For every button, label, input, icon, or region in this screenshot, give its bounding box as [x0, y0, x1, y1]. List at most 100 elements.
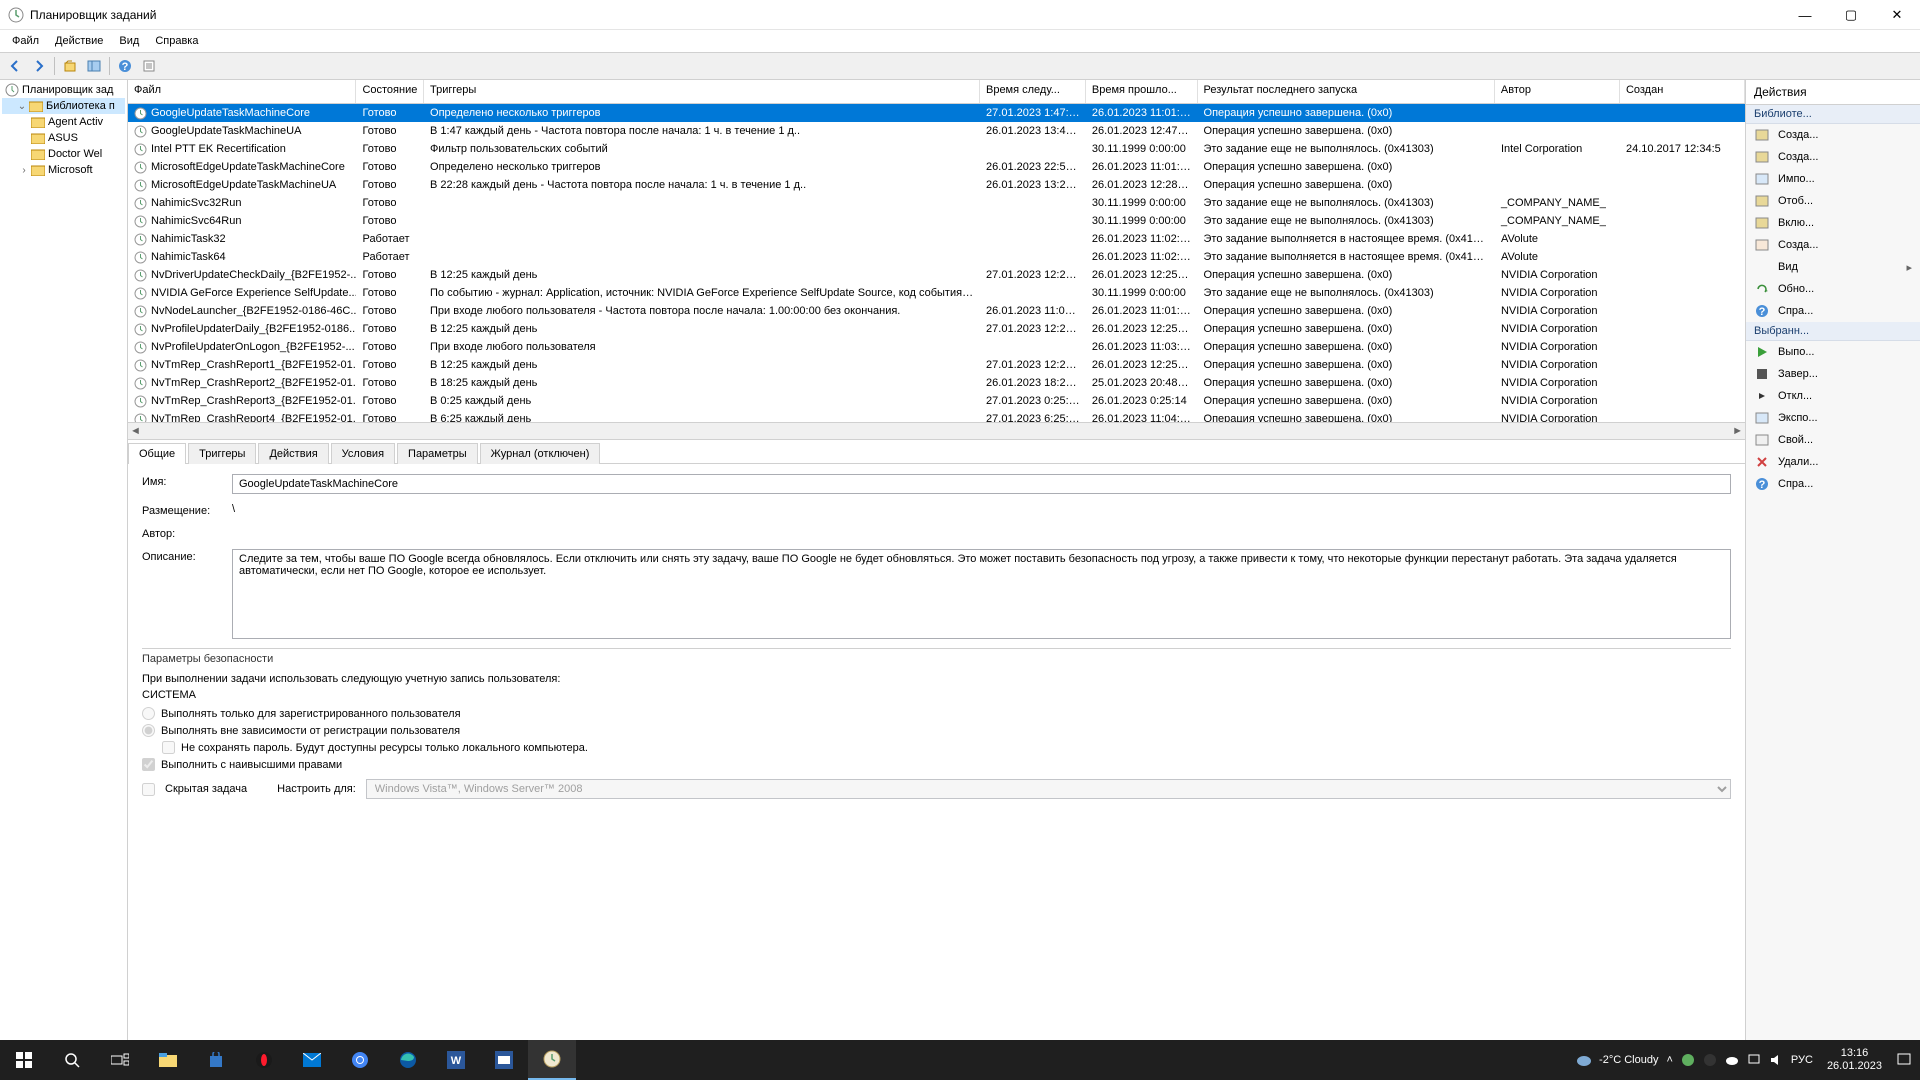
start-button[interactable]: [0, 1040, 48, 1080]
task-row[interactable]: NvProfileUpdaterDaily_{B2FE1952-0186...Г…: [128, 320, 1745, 338]
tray-volume-icon[interactable]: [1769, 1053, 1783, 1067]
action-item[interactable]: Созда...: [1746, 146, 1920, 168]
action-item[interactable]: Выпо...: [1746, 341, 1920, 363]
task-row[interactable]: NvTmRep_CrashReport3_{B2FE1952-01...Гото…: [128, 392, 1745, 410]
check-hidden[interactable]: [142, 783, 155, 796]
col-state[interactable]: Состояние: [356, 80, 424, 103]
help-button[interactable]: ?: [114, 55, 136, 77]
task-row[interactable]: NvDriverUpdateCheckDaily_{B2FE1952-...Го…: [128, 266, 1745, 284]
tray-chevron-icon[interactable]: ˄: [1666, 1054, 1672, 1066]
col-file[interactable]: Файл: [128, 80, 356, 103]
tree-library[interactable]: ⌄ Библиотека п: [2, 98, 125, 114]
tray-icon[interactable]: [1681, 1053, 1695, 1067]
action-item[interactable]: Удали...: [1746, 451, 1920, 473]
explorer-icon[interactable]: [144, 1040, 192, 1080]
task-row[interactable]: GoogleUpdateTaskMachineUAГотовоВ 1:47 ка…: [128, 122, 1745, 140]
task-row[interactable]: NahimicTask64Работает26.01.2023 11:02:00…: [128, 248, 1745, 266]
maximize-button[interactable]: ▢: [1828, 0, 1874, 30]
chrome-icon[interactable]: [336, 1040, 384, 1080]
col-last[interactable]: Время прошло...: [1086, 80, 1198, 103]
tray-network-icon[interactable]: [1747, 1053, 1761, 1067]
task-row[interactable]: NvTmRep_CrashReport1_{B2FE1952-01...Гото…: [128, 356, 1745, 374]
weather-widget[interactable]: -2°C Cloudy: [1575, 1053, 1658, 1067]
action-item[interactable]: ?Спра...: [1746, 300, 1920, 322]
expand-icon[interactable]: ⌄: [16, 101, 28, 112]
tree-child[interactable]: ›Microsoft: [2, 162, 125, 178]
action-item[interactable]: Завер...: [1746, 363, 1920, 385]
taskview-button[interactable]: [96, 1040, 144, 1080]
tree-root[interactable]: Планировщик зад: [2, 82, 125, 98]
minimize-button[interactable]: —: [1782, 0, 1828, 30]
app-icon[interactable]: [480, 1040, 528, 1080]
menu-help[interactable]: Справка: [147, 32, 206, 50]
action-item[interactable]: Экспо...: [1746, 407, 1920, 429]
horizontal-scrollbar[interactable]: ◄►: [128, 422, 1745, 439]
task-row[interactable]: NahimicSvc64RunГотово30.11.1999 0:00:00Э…: [128, 212, 1745, 230]
task-row[interactable]: MicrosoftEdgeUpdateTaskMachineCoreГотово…: [128, 158, 1745, 176]
radio-logged-on[interactable]: [142, 707, 155, 720]
menu-view[interactable]: Вид: [111, 32, 147, 50]
expand-icon[interactable]: ›: [18, 165, 30, 176]
task-row[interactable]: NvProfileUpdaterOnLogon_{B2FE1952-...Гот…: [128, 338, 1745, 356]
forward-button[interactable]: [28, 55, 50, 77]
word-icon[interactable]: W: [432, 1040, 480, 1080]
taskscheduler-taskbar-icon[interactable]: [528, 1040, 576, 1080]
back-button[interactable]: [4, 55, 26, 77]
task-row[interactable]: NvTmRep_CrashReport4_{B2FE1952-01...Гото…: [128, 410, 1745, 422]
close-button[interactable]: ✕: [1874, 0, 1920, 30]
check-highest-priv[interactable]: [142, 758, 155, 771]
opera-icon[interactable]: [240, 1040, 288, 1080]
task-row[interactable]: NahimicTask32Работает26.01.2023 11:02:00…: [128, 230, 1745, 248]
check-nosave-password[interactable]: [162, 741, 175, 754]
task-row[interactable]: NahimicSvc32RunГотово30.11.1999 0:00:00Э…: [128, 194, 1745, 212]
task-row[interactable]: GoogleUpdateTaskMachineCoreГотовоОпредел…: [128, 104, 1745, 122]
tray-steam-icon[interactable]: [1703, 1053, 1717, 1067]
action-item[interactable]: Вклю...: [1746, 212, 1920, 234]
tree-child[interactable]: ASUS: [2, 130, 125, 146]
search-button[interactable]: [48, 1040, 96, 1080]
tab-actions[interactable]: Действия: [258, 443, 328, 464]
edge-icon[interactable]: [384, 1040, 432, 1080]
name-field[interactable]: [232, 474, 1731, 494]
menu-action[interactable]: Действие: [47, 32, 111, 50]
col-author[interactable]: Автор: [1495, 80, 1620, 103]
description-field[interactable]: [232, 549, 1731, 639]
tray-cloud-icon[interactable]: [1725, 1054, 1739, 1066]
action-item[interactable]: Отоб...: [1746, 190, 1920, 212]
col-created[interactable]: Создан: [1620, 80, 1745, 103]
tab-general[interactable]: Общие: [128, 443, 186, 464]
task-row[interactable]: NvTmRep_CrashReport2_{B2FE1952-01...Гото…: [128, 374, 1745, 392]
notifications-icon[interactable]: [1896, 1052, 1912, 1068]
tray-lang[interactable]: РУС: [1791, 1054, 1813, 1066]
store-icon[interactable]: [192, 1040, 240, 1080]
menu-file[interactable]: Файл: [4, 32, 47, 50]
col-next[interactable]: Время следу...: [980, 80, 1086, 103]
up-button[interactable]: [59, 55, 81, 77]
panel-button[interactable]: [83, 55, 105, 77]
action-item[interactable]: Вид▸: [1746, 256, 1920, 278]
radio-any[interactable]: [142, 724, 155, 737]
mail-icon[interactable]: [288, 1040, 336, 1080]
task-row[interactable]: NVIDIA GeForce Experience SelfUpdate...Г…: [128, 284, 1745, 302]
action-item[interactable]: Созда...: [1746, 234, 1920, 256]
col-triggers[interactable]: Триггеры: [424, 80, 980, 103]
action-item[interactable]: Обно...: [1746, 278, 1920, 300]
config-select[interactable]: Windows Vista™, Windows Server™ 2008: [366, 779, 1731, 799]
task-row[interactable]: MicrosoftEdgeUpdateTaskMachineUAГотовоВ …: [128, 176, 1745, 194]
action-item[interactable]: Импо...: [1746, 168, 1920, 190]
tab-history[interactable]: Журнал (отключен): [480, 443, 601, 464]
action-item[interactable]: Свой...: [1746, 429, 1920, 451]
task-row[interactable]: NvNodeLauncher_{B2FE1952-0186-46C...Гото…: [128, 302, 1745, 320]
action-item[interactable]: Созда...: [1746, 124, 1920, 146]
action-item[interactable]: ?Спра...: [1746, 473, 1920, 495]
action-item[interactable]: Откл...: [1746, 385, 1920, 407]
clock[interactable]: 13:16 26.01.2023: [1821, 1047, 1888, 1073]
tab-triggers[interactable]: Триггеры: [188, 443, 256, 464]
tree-child[interactable]: Agent Activ: [2, 114, 125, 130]
tab-conditions[interactable]: Условия: [331, 443, 395, 464]
grid-body[interactable]: GoogleUpdateTaskMachineCoreГотовоОпредел…: [128, 104, 1745, 422]
tab-settings[interactable]: Параметры: [397, 443, 478, 464]
tree-child[interactable]: Doctor Wel: [2, 146, 125, 162]
task-row[interactable]: Intel PTT EK RecertificationГотовоФильтр…: [128, 140, 1745, 158]
col-result[interactable]: Результат последнего запуска: [1198, 80, 1495, 103]
